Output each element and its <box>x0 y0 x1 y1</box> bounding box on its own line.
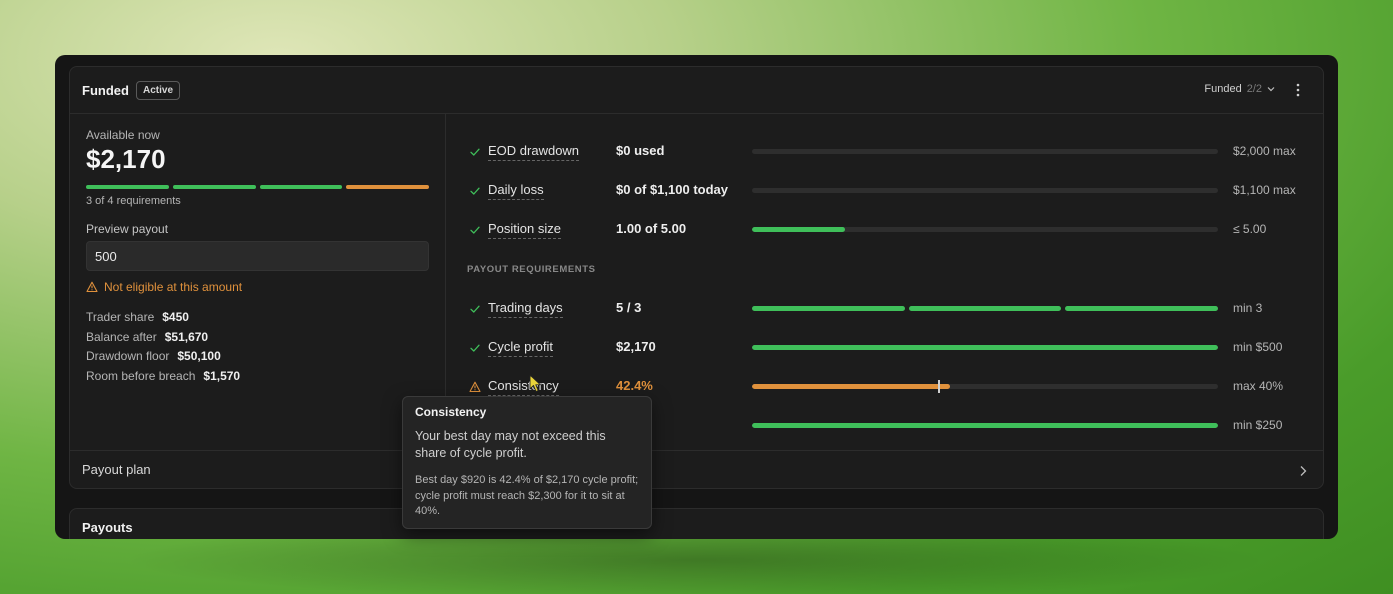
requirements-count: 3 of 4 requirements <box>86 195 181 207</box>
rule-limit: $2,000 max <box>1233 144 1296 158</box>
requirement-segment <box>346 185 429 189</box>
rule-limit: min $250 <box>1233 418 1283 432</box>
tooltip-description: Your best day may not exceed this share … <box>415 429 606 460</box>
rule-progress <box>752 188 1218 193</box>
preview-payout-input[interactable] <box>86 241 429 271</box>
funded-account-card: Funded Active Funded 2/2 Available now $… <box>69 66 1324 489</box>
progress-fill <box>752 384 950 389</box>
mouse-cursor-icon <box>529 374 541 392</box>
check-icon <box>470 148 480 156</box>
rule-name[interactable]: Consistency <box>488 378 559 396</box>
rule-name[interactable]: Trading days <box>488 300 563 318</box>
rule-row: Daily loss $0 of $1,100 today $1,100 max <box>447 182 1324 202</box>
detail-value: $51,670 <box>164 329 209 344</box>
detail-label: Trader share <box>86 310 155 324</box>
rule-limit: $1,100 max <box>1233 183 1296 197</box>
payout-plan-row[interactable]: Payout plan <box>70 450 1323 489</box>
progress-segment <box>752 306 905 311</box>
requirements-progress <box>86 185 429 189</box>
rule-progress <box>752 227 1218 232</box>
card-title: Funded <box>82 83 129 98</box>
tooltip-detail: Best day $920 is 42.4% of $2,170 cycle p… <box>415 474 639 517</box>
rule-value: 1.00 of 5.00 <box>616 221 687 236</box>
detail-value: $50,100 <box>177 349 221 363</box>
rule-limit: min 3 <box>1233 301 1263 315</box>
progress-fill <box>752 345 1218 350</box>
available-label: Available now <box>86 128 160 142</box>
consistency-tooltip: Consistency Your best day may not exceed… <box>402 396 652 529</box>
rule-progress <box>752 306 1219 311</box>
app-window: Funded Active Funded 2/2 Available now $… <box>55 55 1338 539</box>
rule-value: $0 used <box>616 143 665 158</box>
chevron-right-icon <box>1300 466 1307 476</box>
rule-limit: min $500 <box>1233 340 1283 354</box>
detail-value: $1,570 <box>203 368 241 383</box>
detail-label: Drawdown floor <box>86 349 170 363</box>
phase-dropdown[interactable]: Funded 2/2 <box>1204 83 1275 95</box>
check-icon <box>470 226 480 234</box>
warning-icon <box>469 381 481 393</box>
detail-label: Balance after <box>86 329 157 344</box>
phase-label: Funded <box>1204 83 1242 95</box>
rule-name[interactable]: Cycle profit <box>488 339 554 357</box>
rule-row: EOD drawdown $0 used $2,000 max <box>447 143 1324 163</box>
rule-limit: max 40% <box>1233 379 1284 393</box>
detail-row: Balance after $51,670 <box>86 330 240 350</box>
rule-value: 5 / 3 <box>616 300 642 315</box>
payout-summary-panel: Available now $2,170 3 of 4 requirements… <box>70 114 446 450</box>
chevron-down-icon <box>1267 87 1275 92</box>
detail-label: Room before breach <box>86 368 196 383</box>
rule-name[interactable]: EOD drawdown <box>488 143 580 161</box>
rule-row: Consistency 42.4% max 40% <box>447 378 1324 398</box>
progress-segment <box>1065 306 1219 311</box>
detail-row: Trader share $450 <box>86 310 240 330</box>
preview-payout-label: Preview payout <box>86 222 169 236</box>
more-options-icon[interactable] <box>1291 82 1305 98</box>
rule-value: $0 of $1,100 today <box>616 182 728 197</box>
check-icon <box>470 344 480 352</box>
phase-count: 2/2 <box>1246 83 1262 95</box>
payouts-card: Payouts <box>69 508 1324 539</box>
progress-fill <box>752 227 845 232</box>
payout-details: Trader share $450 Balance after $51,670 Draw… <box>86 310 240 388</box>
rule-row: Position size 1.00 of 5.00 ≤ 5.00 <box>447 221 1324 241</box>
progress-segment <box>908 306 1062 311</box>
rule-name[interactable]: Position size <box>488 221 561 239</box>
requirement-segment <box>172 185 256 189</box>
warning-icon <box>86 281 98 293</box>
detail-value: $450 <box>162 310 189 324</box>
rule-progress <box>752 345 1218 350</box>
check-icon <box>470 187 480 195</box>
payouts-title: Payouts <box>82 520 133 535</box>
status-badge: Active <box>136 81 181 100</box>
rule-value: 42.4% <box>616 378 653 393</box>
progress-fill <box>752 423 1218 428</box>
requirement-segment <box>259 185 343 189</box>
rule-row: Trading days 5 / 3 min 3 <box>447 300 1324 320</box>
requirement-segment <box>86 185 169 189</box>
warning-text: Not eligible at this amount <box>104 280 243 294</box>
available-amount: $2,170 <box>86 144 166 174</box>
rule-limit: ≤ 5.00 <box>1233 222 1267 236</box>
limit-marker <box>938 380 940 393</box>
rule-progress <box>752 423 1218 428</box>
rule-row: Cycle profit $2,170 min $500 <box>447 339 1324 359</box>
payout-plan-label: Payout plan <box>82 462 151 477</box>
rule-name[interactable]: Daily loss <box>488 182 544 200</box>
rule-progress <box>752 384 1218 389</box>
detail-row: Room before breach $1,570 <box>86 369 240 389</box>
rule-progress <box>752 149 1218 154</box>
card-header: Funded Active Funded 2/2 <box>70 67 1323 114</box>
check-icon <box>470 305 480 313</box>
rule-value: $2,170 <box>616 339 656 354</box>
tooltip-title: Consistency <box>415 405 487 419</box>
detail-row: Drawdown floor $50,100 <box>86 349 240 369</box>
eligibility-warning: Not eligible at this amount <box>86 280 242 294</box>
payout-requirements-heading: PAYOUT REQUIREMENTS <box>467 264 596 275</box>
